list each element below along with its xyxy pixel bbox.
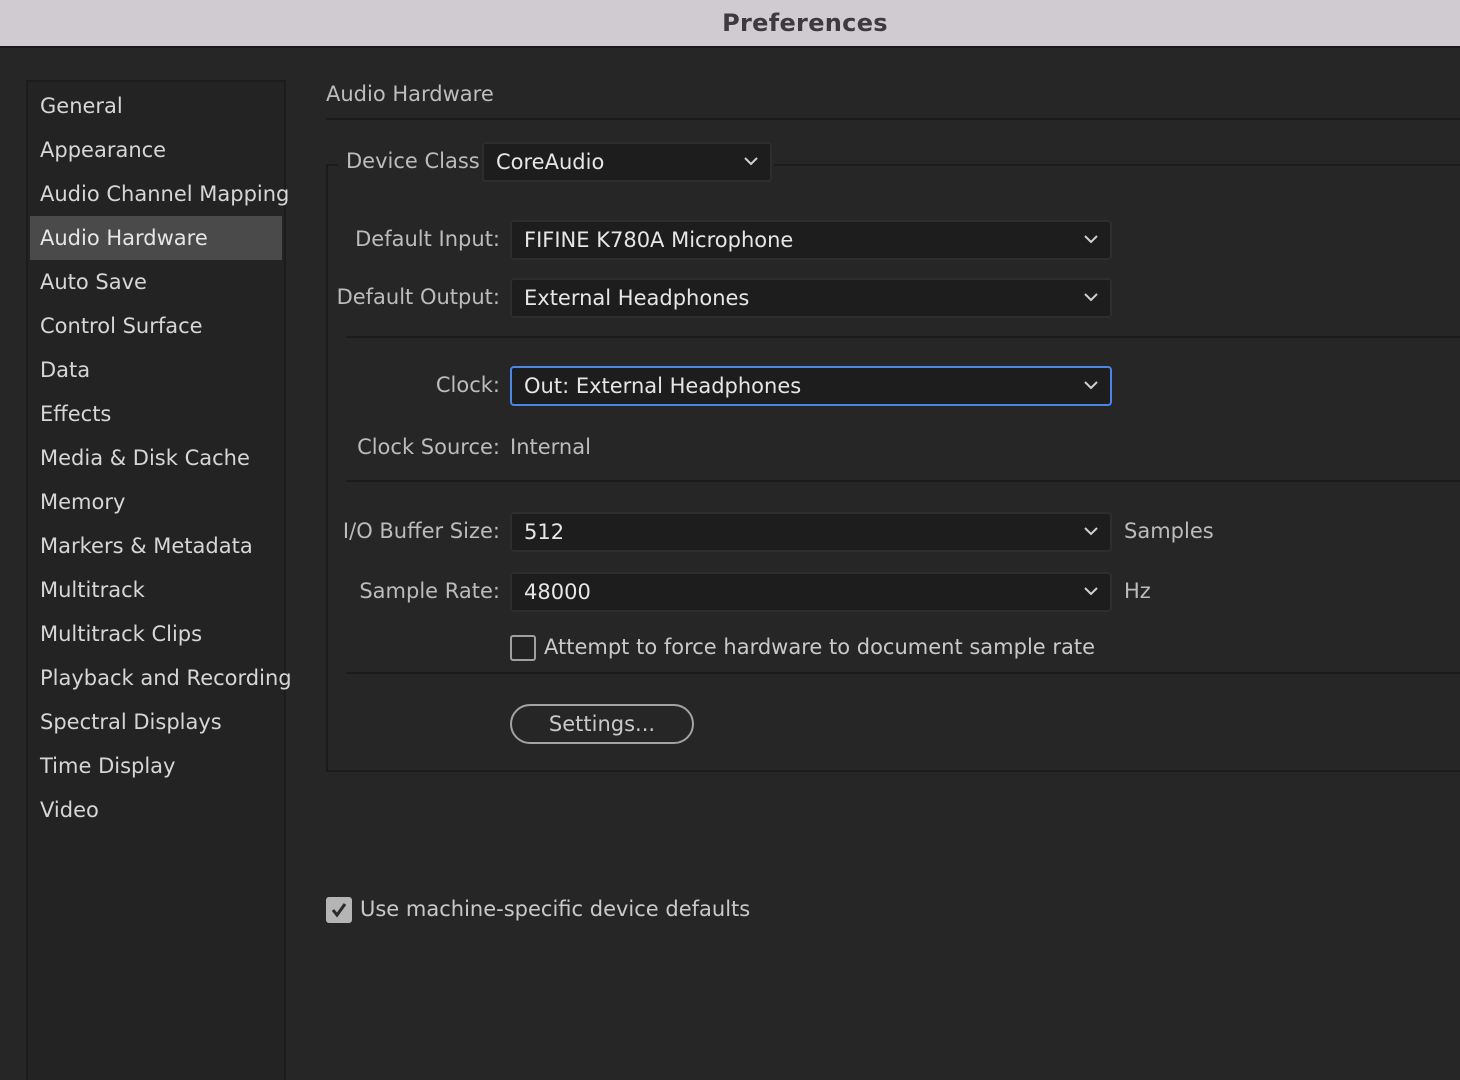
sidebar-item-control-surface[interactable]: Control Surface [30, 304, 282, 348]
chevron-down-icon [1084, 380, 1098, 390]
sidebar-item-time-display[interactable]: Time Display [30, 744, 282, 788]
sidebar-item-memory[interactable]: Memory [30, 480, 282, 524]
chevron-down-icon [744, 156, 758, 166]
force-sample-rate-checkbox[interactable] [510, 635, 536, 661]
default-output-label: Default Output: [336, 285, 500, 309]
force-sample-rate-label: Attempt to force hardware to document sa… [544, 635, 1096, 659]
machine-defaults-label: Use machine-specific device defaults [360, 897, 751, 921]
window-title: Preferences [722, 9, 888, 37]
clock-dropdown[interactable]: Out: External Headphones [510, 366, 1112, 406]
default-output-value: External Headphones [524, 286, 750, 310]
sample-rate-unit: Hz [1124, 579, 1151, 603]
sample-rate-label: Sample Rate: [359, 579, 500, 603]
sidebar-item-multitrack-clips[interactable]: Multitrack Clips [30, 612, 282, 656]
buffer-size-label: I/O Buffer Size: [342, 519, 500, 543]
default-input-label: Default Input: [355, 227, 500, 251]
sidebar: General Appearance Audio Channel Mapping… [26, 80, 292, 1080]
device-class-label: Device Class: [346, 149, 487, 173]
device-class-dropdown[interactable]: CoreAudio [482, 142, 772, 182]
clock-source-value: Internal [510, 435, 591, 459]
sample-rate-dropdown[interactable]: 48000 [510, 572, 1112, 612]
chevron-down-icon [1084, 526, 1098, 536]
chevron-down-icon [1084, 234, 1098, 244]
sidebar-item-multitrack[interactable]: Multitrack [30, 568, 282, 612]
preferences-panel: Audio Hardware Device Class: CoreAudio D… [326, 80, 1460, 1074]
buffer-size-value: 512 [524, 520, 565, 544]
divider [346, 480, 1460, 482]
sidebar-item-audio-channel-mapping[interactable]: Audio Channel Mapping [30, 172, 289, 216]
machine-defaults-checkbox[interactable] [326, 897, 352, 923]
title-bar: Preferences [0, 0, 1460, 48]
buffer-size-unit: Samples [1124, 519, 1214, 543]
sidebar-item-effects[interactable]: Effects [30, 392, 282, 436]
sidebar-item-audio-hardware[interactable]: Audio Hardware [30, 216, 282, 260]
section-divider [326, 118, 1460, 120]
clock-value: Out: External Headphones [524, 374, 802, 398]
clock-label: Clock: [435, 373, 500, 397]
buffer-size-dropdown[interactable]: 512 [510, 512, 1112, 552]
default-output-dropdown[interactable]: External Headphones [510, 278, 1112, 318]
chevron-down-icon [1084, 292, 1098, 302]
default-input-value: FIFINE K780A Microphone [524, 228, 794, 252]
sidebar-item-spectral-displays[interactable]: Spectral Displays [30, 700, 282, 744]
device-class-value: CoreAudio [496, 150, 605, 174]
sidebar-item-auto-save[interactable]: Auto Save [30, 260, 282, 304]
sidebar-item-data[interactable]: Data [30, 348, 282, 392]
sidebar-item-appearance[interactable]: Appearance [30, 128, 282, 172]
section-title: Audio Hardware [326, 82, 494, 106]
sidebar-item-markers-metadata[interactable]: Markers & Metadata [30, 524, 282, 568]
checkmark-icon [331, 903, 347, 918]
sidebar-item-general[interactable]: General [30, 84, 282, 128]
divider [346, 336, 1460, 338]
sidebar-item-playback-recording[interactable]: Playback and Recording [30, 656, 292, 700]
sample-rate-value: 48000 [524, 580, 591, 604]
sidebar-item-media-disk-cache[interactable]: Media & Disk Cache [30, 436, 282, 480]
chevron-down-icon [1084, 586, 1098, 596]
settings-button[interactable]: Settings... [510, 704, 694, 744]
default-input-dropdown[interactable]: FIFINE K780A Microphone [510, 220, 1112, 260]
sidebar-item-video[interactable]: Video [30, 788, 282, 832]
divider [346, 672, 1460, 674]
clock-source-label: Clock Source: [357, 435, 500, 459]
